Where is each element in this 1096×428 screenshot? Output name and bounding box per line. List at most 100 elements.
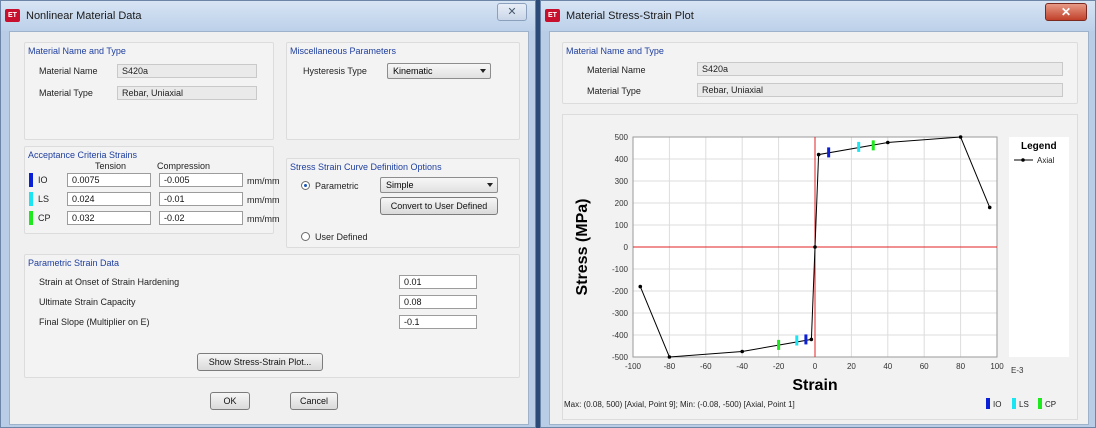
x-tick-label: 20 xyxy=(847,362,856,371)
cp-unit: mm/mm xyxy=(247,214,280,224)
group-title: Material Name and Type xyxy=(28,46,126,56)
dialog-body: Material Name and Type Material Name S42… xyxy=(9,31,529,425)
y-tick-label: 300 xyxy=(615,177,629,186)
io-unit: mm/mm xyxy=(247,176,280,186)
nonlinear-material-data-window: ET Nonlinear Material Data ✕ Material Na… xyxy=(0,0,536,428)
acceptance-mark-ls xyxy=(857,141,861,152)
user-defined-label[interactable]: User Defined xyxy=(315,232,368,242)
title-bar[interactable]: ET Material Stress-Strain Plot ✕ xyxy=(541,1,1095,31)
window-title: Nonlinear Material Data xyxy=(26,10,142,22)
cp-label: CP xyxy=(38,213,51,223)
ls-compression-input[interactable]: -0.01 xyxy=(159,192,243,206)
close-button[interactable]: ✕ xyxy=(497,3,527,21)
final-slope-input[interactable]: -0.1 xyxy=(399,315,477,329)
acceptance-mark-io xyxy=(827,147,831,158)
acceptance-mark-ls xyxy=(795,335,799,346)
legend-series-label: Axial xyxy=(1037,156,1055,165)
x-tick-label: 0 xyxy=(813,362,818,371)
y-tick-label: 200 xyxy=(615,199,629,208)
cp-compression-input[interactable]: -0.02 xyxy=(159,211,243,225)
parametric-label[interactable]: Parametric xyxy=(315,181,359,191)
acceptance-mark-io xyxy=(804,334,808,345)
y-tick-label: 500 xyxy=(615,133,629,142)
ls-unit: mm/mm xyxy=(247,195,280,205)
strain-hardening-label: Strain at Onset of Strain Hardening xyxy=(39,277,180,287)
close-button[interactable]: ✕ xyxy=(1045,3,1087,21)
group-title: Miscellaneous Parameters xyxy=(290,46,397,56)
stress-strain-chart[interactable]: -500-400-300-200-1000100200300400500-100… xyxy=(563,115,1077,419)
x-tick-label: 40 xyxy=(883,362,892,371)
legend-marker xyxy=(1021,158,1025,162)
cp-tension-input[interactable]: 0.032 xyxy=(67,211,151,225)
legend-title: Legend xyxy=(1021,141,1057,152)
hysteresis-type-label: Hysteresis Type xyxy=(303,66,367,76)
acceptance-mark-cp xyxy=(777,339,781,350)
material-type-label: Material Type xyxy=(39,88,93,98)
io-compression-input[interactable]: -0.005 xyxy=(159,173,243,187)
user-defined-radio[interactable] xyxy=(301,232,310,241)
io-color-swatch xyxy=(29,173,33,187)
chevron-down-icon xyxy=(480,69,486,73)
strain-hardening-input[interactable]: 0.01 xyxy=(399,275,477,289)
hysteresis-type-value: Kinematic xyxy=(393,66,433,76)
data-point xyxy=(886,140,890,145)
plot-window-body: Material Name and Type Material Name S42… xyxy=(549,31,1089,425)
ls-label: LS xyxy=(1019,400,1029,409)
cp-label: CP xyxy=(1045,400,1057,409)
hysteresis-type-select[interactable]: Kinematic xyxy=(387,63,491,79)
parametric-radio[interactable] xyxy=(301,181,310,190)
ultimate-strain-label: Ultimate Strain Capacity xyxy=(39,297,136,307)
x-axis-unit: E-3 xyxy=(1011,366,1024,375)
io-label: IO xyxy=(993,400,1002,409)
close-icon: ✕ xyxy=(507,6,517,18)
ls-label: LS xyxy=(38,194,50,204)
cancel-button[interactable]: Cancel xyxy=(290,392,338,410)
y-tick-label: -500 xyxy=(612,353,629,362)
y-tick-label: -300 xyxy=(612,309,629,318)
material-group: Material Name and Type Material Name S42… xyxy=(562,42,1078,104)
material-name-label: Material Name xyxy=(587,65,646,75)
x-tick-label: 80 xyxy=(956,362,965,371)
x-tick-label: -20 xyxy=(773,362,785,371)
material-name-label: Material Name xyxy=(39,66,98,76)
legend-box xyxy=(1009,137,1069,357)
material-group: Material Name and Type Material Name S42… xyxy=(24,42,274,140)
io-tension-input[interactable]: 0.0075 xyxy=(67,173,151,187)
material-type-field: Rebar, Uniaxial xyxy=(117,86,257,100)
tension-header: Tension xyxy=(95,161,127,171)
data-point xyxy=(987,205,992,210)
curve-definition-group: Stress Strain Curve Definition Options P… xyxy=(286,158,520,248)
stress-strain-plot-window: ET Material Stress-Strain Plot ✕ Materia… xyxy=(540,0,1096,428)
material-type-field: Rebar, Uniaxial xyxy=(697,83,1063,97)
acceptance-mark-cp xyxy=(871,140,875,151)
cp-color-swatch xyxy=(29,211,33,225)
data-point xyxy=(667,355,672,359)
group-title: Stress Strain Curve Definition Options xyxy=(290,162,442,172)
y-tick-label: 0 xyxy=(624,243,629,252)
x-tick-label: -80 xyxy=(664,362,676,371)
ls-color-swatch xyxy=(1012,398,1016,409)
plot-area: -500 -400 -300 -200 -100 0 100 200 300 400 500 -100… xyxy=(562,114,1078,420)
data-point xyxy=(813,245,817,249)
io-color-swatch xyxy=(986,398,990,409)
title-bar[interactable]: ET Nonlinear Material Data ✕ xyxy=(1,1,535,31)
status-text: Max: (0.08, 500) [Axial, Point 9]; Min: … xyxy=(564,400,795,409)
show-stress-strain-plot-button[interactable]: Show Stress-Strain Plot... xyxy=(197,353,323,371)
material-name-field: S420a xyxy=(697,62,1063,76)
close-icon: ✕ xyxy=(1060,5,1072,19)
parametric-type-select[interactable]: Simple xyxy=(380,177,498,193)
data-point xyxy=(638,284,643,289)
acceptance-criteria-group: Acceptance Criteria Strains Tension Comp… xyxy=(24,146,280,234)
app-icon: ET xyxy=(5,9,20,22)
ls-tension-input[interactable]: 0.024 xyxy=(67,192,151,206)
ultimate-strain-input[interactable]: 0.08 xyxy=(399,295,477,309)
y-tick-label: 100 xyxy=(615,221,629,230)
data-point xyxy=(816,152,821,157)
ok-button[interactable]: OK xyxy=(210,392,250,410)
convert-to-user-defined-button[interactable]: Convert to User Defined xyxy=(380,197,498,215)
y-tick-label: -200 xyxy=(612,287,629,296)
misc-parameters-group: Miscellaneous Parameters Hysteresis Type… xyxy=(286,42,520,140)
x-tick-label: -100 xyxy=(625,362,642,371)
x-tick-label: 60 xyxy=(920,362,929,371)
data-point xyxy=(740,349,744,354)
